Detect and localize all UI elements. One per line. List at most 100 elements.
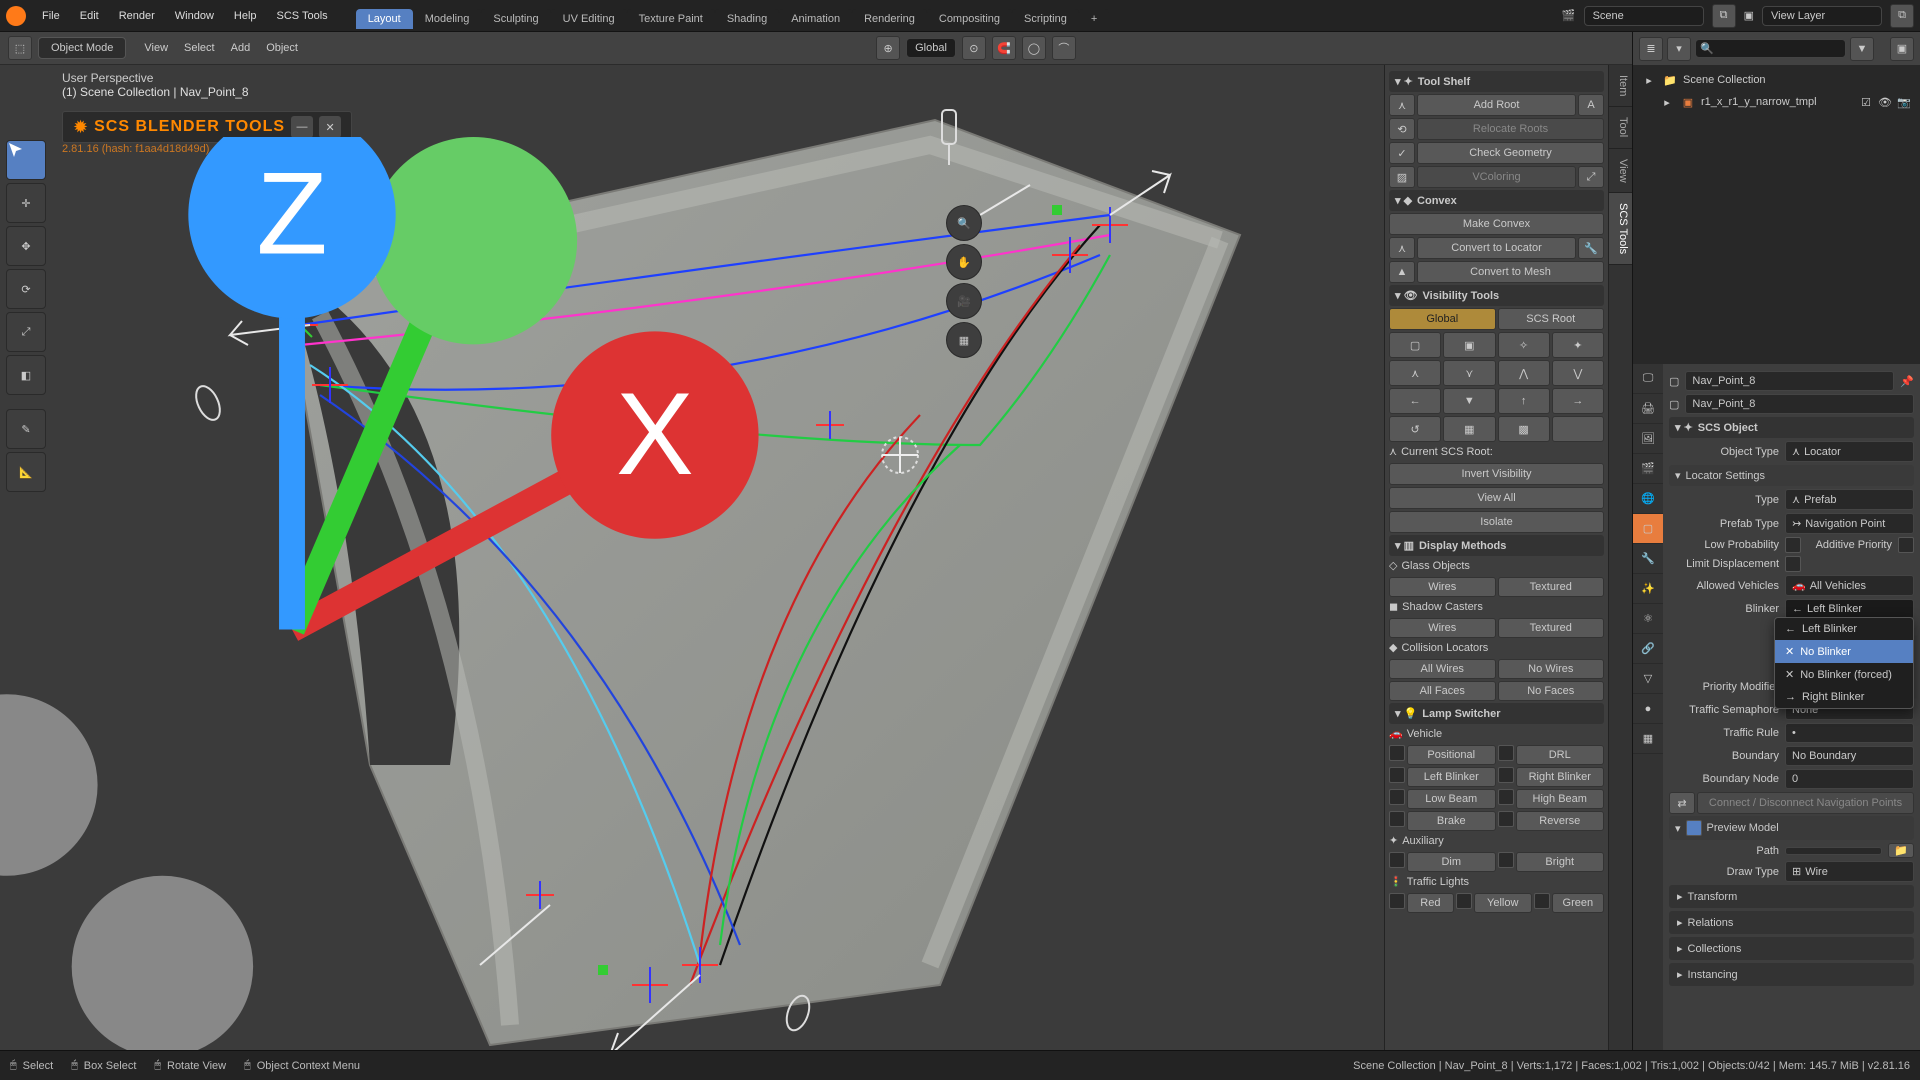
ptab-viewlayer[interactable]: 🖼 [1633,424,1663,454]
outliner-display-icon[interactable]: ▾ [1667,37,1691,61]
outliner-newcol-icon[interactable]: ▣ [1890,37,1914,61]
scs-minimize-btn[interactable]: — [291,116,313,138]
shadow-wires[interactable]: Wires [1389,618,1496,638]
scs-close-btn[interactable]: ✕ [319,116,341,138]
hdr-select[interactable]: Select [176,42,223,54]
pin-icon[interactable]: 📌 [1900,375,1914,388]
disclosure-icon[interactable]: ▸ [1659,94,1675,110]
ptab-constraints[interactable]: 🔗 [1633,634,1663,664]
menu-edit[interactable]: Edit [70,0,109,32]
vis-ic-1[interactable]: ▢ [1389,332,1441,358]
boundary-node-field[interactable]: 0 [1785,769,1914,789]
pivot-icon[interactable]: ⊙ [962,36,986,60]
chk-red[interactable] [1389,893,1405,909]
blinker-opt-left[interactable]: ←Left Blinker [1775,618,1913,640]
ptab-data[interactable]: ▽ [1633,664,1663,694]
allowed-veh-dd[interactable]: 🚗All Vehicles [1785,575,1914,596]
sec-locator-settings[interactable]: ▾ Locator Settings [1669,465,1914,486]
vis-ic-2[interactable]: ▣ [1443,332,1495,358]
tab-compositing[interactable]: Compositing [927,9,1012,29]
ntab-view[interactable]: View [1609,149,1632,194]
outliner-scene-collection[interactable]: ▸ 📁 Scene Collection [1637,69,1916,91]
conv-locator-opt[interactable]: 🔧 [1578,237,1604,259]
axis-gizmo[interactable]: X Z [0,137,984,1050]
vis-ic-7[interactable]: ⋀ [1498,360,1550,386]
chk-reverse[interactable] [1498,811,1514,827]
object-type-dd[interactable]: ⋏Locator [1785,441,1914,462]
sec-vis-tools[interactable]: ▾ 👁 Visibility Tools [1389,285,1604,306]
tab-modeling[interactable]: Modeling [413,9,482,29]
traffic-rule-dd[interactable]: • [1785,723,1914,743]
loc-type-dd[interactable]: ⋏Prefab [1785,489,1914,510]
ptab-world[interactable]: 🌐 [1633,484,1663,514]
vis-ic-8[interactable]: ⋁ [1552,360,1604,386]
sec-lamp-switcher[interactable]: ▾ 💡 Lamp Switcher [1389,703,1604,724]
make-convex-btn[interactable]: Make Convex [1389,213,1604,235]
editor-type-icon[interactable]: ⬚ [8,36,32,60]
object-name-field[interactable]: Nav_Point_8 [1685,394,1914,414]
tab-add[interactable]: + [1079,9,1109,29]
zoom-icon[interactable]: 🔍 [946,205,982,241]
tab-scripting[interactable]: Scripting [1012,9,1079,29]
chk-green[interactable] [1534,893,1550,909]
chk-lblink[interactable] [1389,767,1405,783]
ptab-particles[interactable]: ✨ [1633,574,1663,604]
limit-disp-chk[interactable] [1785,556,1801,572]
chk-positional[interactable] [1389,745,1405,761]
ptab-scene[interactable]: 🎬 [1633,454,1663,484]
mode-select[interactable]: Object Mode [38,37,126,59]
sec-transform[interactable]: ▸ Transform [1669,885,1914,908]
chk-dim[interactable] [1389,852,1405,868]
shadow-tex[interactable]: Textured [1498,618,1605,638]
blinker-opt-right[interactable]: →Right Blinker [1775,686,1913,708]
ntab-scs[interactable]: SCS Tools [1609,193,1632,265]
hdr-object[interactable]: Object [258,42,306,54]
exclude-icon[interactable]: ☑ [1858,94,1874,110]
vis-ic-11[interactable]: ↑ [1498,388,1550,414]
chk-drl[interactable] [1498,745,1514,761]
boundary-dd[interactable]: No Boundary [1785,746,1914,766]
glass-wires[interactable]: Wires [1389,577,1496,597]
view-all-btn[interactable]: View All [1389,487,1604,509]
vis-ic-10[interactable]: ▼ [1443,388,1495,414]
vis-ic-12[interactable]: → [1552,388,1604,414]
tab-rendering[interactable]: Rendering [852,9,927,29]
menu-file[interactable]: File [32,0,70,32]
preview-path-field[interactable] [1785,847,1882,855]
active-object-field[interactable]: Nav_Point_8 [1685,371,1894,391]
chk-yellow[interactable] [1456,893,1472,909]
tab-sculpting[interactable]: Sculpting [481,9,550,29]
chk-highbeam[interactable] [1498,789,1514,805]
vis-ic-6[interactable]: ⋎ [1443,360,1495,386]
scene-new-btn[interactable]: ⧉ [1712,4,1736,28]
camera-icon[interactable]: 🎥 [946,283,982,319]
menu-scs-tools[interactable]: SCS Tools [267,0,338,32]
persp-ortho-icon[interactable]: ▦ [946,322,982,358]
hdr-view[interactable]: View [136,42,176,54]
vis-scsroot-btn[interactable]: SCS Root [1498,308,1605,330]
isolate-btn[interactable]: Isolate [1389,511,1604,533]
chk-rblink[interactable] [1498,767,1514,783]
blinker-opt-none-forced[interactable]: ✕No Blinker (forced) [1775,663,1913,686]
view-layer-field[interactable]: View Layer [1762,6,1882,26]
tab-animation[interactable]: Animation [779,9,852,29]
ntab-tool[interactable]: Tool [1609,107,1632,148]
blinker-dd[interactable]: ←Left Blinker [1785,599,1914,619]
ptab-physics[interactable]: ⚛ [1633,604,1663,634]
disable-icon[interactable]: 📷 [1896,94,1912,110]
sec-display-methods[interactable]: ▾ ▥ Display Methods [1389,535,1604,556]
sec-instancing[interactable]: ▸ Instancing [1669,963,1914,986]
add-root-opt[interactable]: A [1578,94,1604,116]
tab-layout[interactable]: Layout [356,9,413,29]
blinker-opt-none[interactable]: ✕No Blinker [1775,640,1913,663]
sec-convex[interactable]: ▾ ◆ Convex [1389,190,1604,211]
glass-tex[interactable]: Textured [1498,577,1605,597]
vis-ic-15[interactable]: ▩ [1498,416,1550,442]
vcoloring-opt[interactable]: ⤢ [1578,166,1604,188]
vis-ic-9[interactable]: ← [1389,388,1441,414]
sec-relations[interactable]: ▸ Relations [1669,911,1914,934]
ptab-material[interactable]: ● [1633,694,1663,724]
snap-icon[interactable]: 🧲 [992,36,1016,60]
vis-ic-4[interactable]: ✦ [1552,332,1604,358]
chk-lowbeam[interactable] [1389,789,1405,805]
